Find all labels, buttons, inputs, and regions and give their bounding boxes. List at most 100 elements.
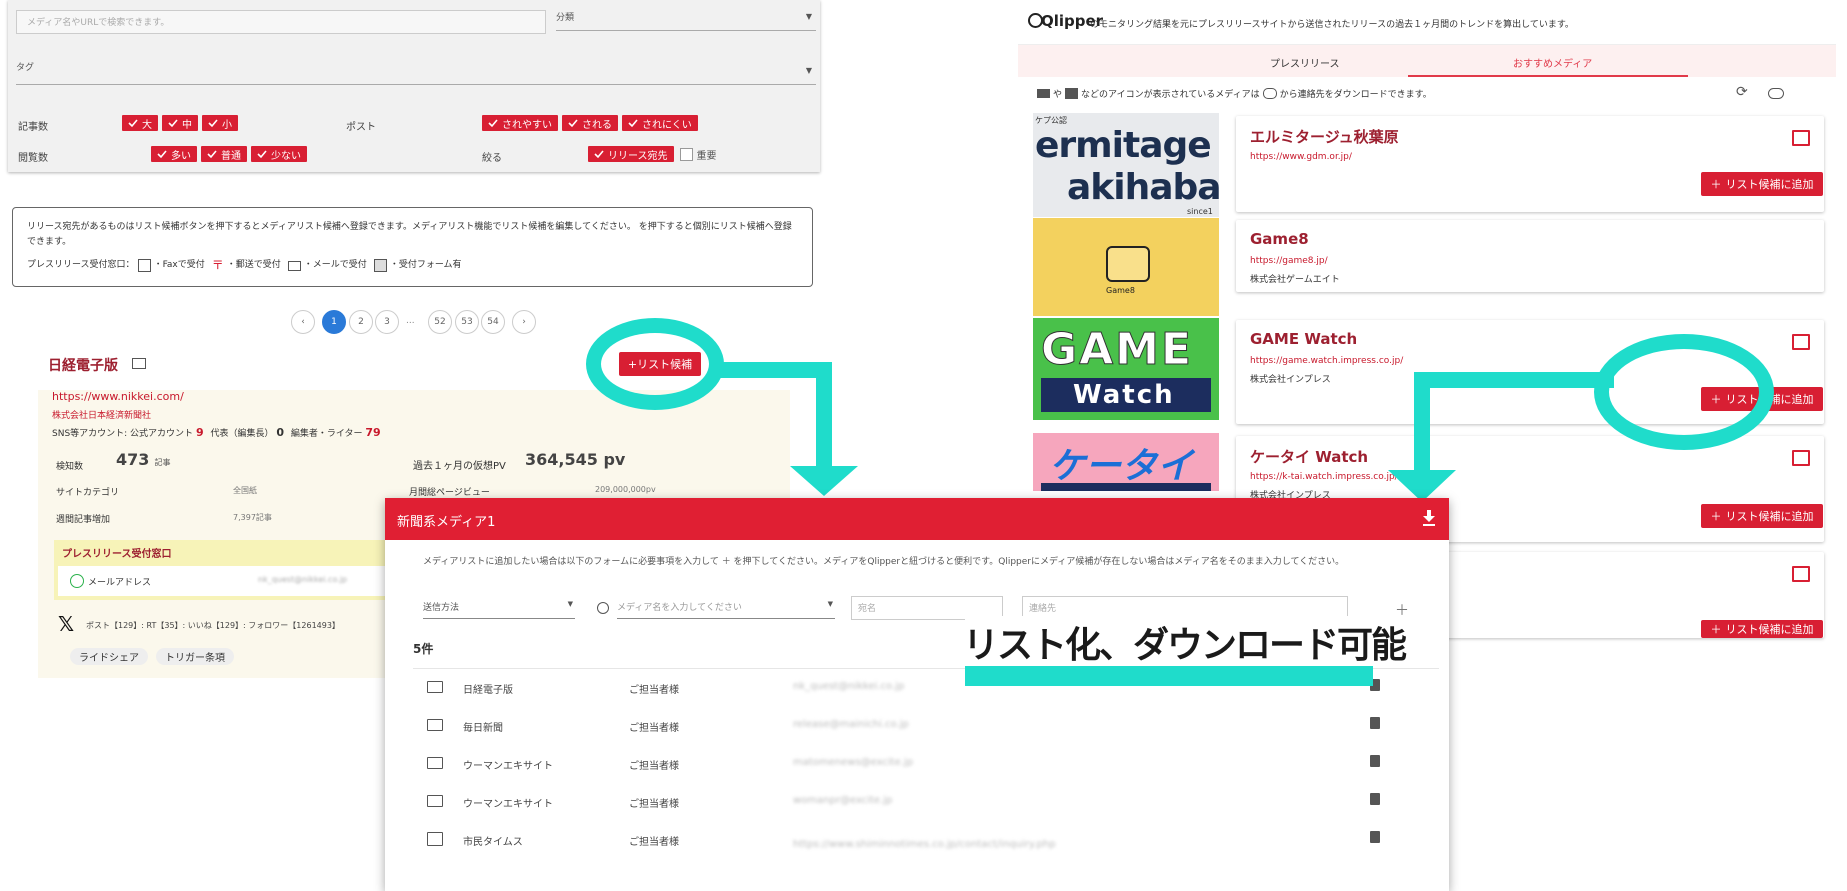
media-card[interactable]: Game8 https://game8.jp/ 株式会社ゲームエイト xyxy=(1236,220,1824,292)
trash-icon[interactable] xyxy=(1370,755,1380,767)
send-method-select[interactable]: 送信方法 ▼ xyxy=(423,600,575,619)
postal-icon: 〒 xyxy=(211,258,224,272)
views-label: 閲覧数 xyxy=(18,153,48,164)
table-row[interactable]: 市民タイムス ご担当者様 https://www.shiminnotimes.c… xyxy=(413,821,1413,859)
views-many-checkbox[interactable]: 多い xyxy=(151,146,197,162)
result-count: 5件 xyxy=(413,642,434,656)
arrow-head-left xyxy=(790,466,858,496)
page-1[interactable]: 1 xyxy=(322,310,346,334)
table-row[interactable]: 毎日新聞 ご担当者様 release@mainichi.co.jp xyxy=(413,707,1413,745)
articles-large-checkbox[interactable]: 大 xyxy=(122,115,158,131)
post-hard-checkbox[interactable]: されにくい xyxy=(622,115,698,131)
articles-medium-checkbox[interactable]: 中 xyxy=(162,115,198,131)
prev-page-button[interactable]: ‹ xyxy=(291,310,315,334)
bookmark-icon[interactable] xyxy=(1792,450,1810,466)
media-card-url[interactable]: https://k-tai.watch.impress.co.jp/ xyxy=(1250,472,1398,482)
media-search-icon xyxy=(597,602,609,614)
add-to-list-button[interactable]: ＋リスト候補に追加 xyxy=(1701,172,1823,196)
media-card-url[interactable]: https://game.watch.impress.co.jp/ xyxy=(1250,356,1403,366)
trash-icon[interactable] xyxy=(1370,831,1380,843)
post-label: ポスト xyxy=(346,122,376,133)
page-2[interactable]: 2 xyxy=(349,310,373,334)
media-card[interactable]: エルミタージュ秋葉原 https://www.gdm.or.jp/ ＋リスト候補… xyxy=(1236,116,1824,212)
important-checkbox[interactable] xyxy=(679,147,693,161)
row-email: matomenews@excite.jp xyxy=(793,757,914,768)
mail-icon xyxy=(427,719,443,731)
media-card-name[interactable]: GAME Watch xyxy=(1250,330,1357,348)
media-list: 日経電子版 ご担当者様 nk_quest@nikkei.co.jp 毎日新聞 ご… xyxy=(413,668,1439,887)
row-media-name: 市民タイムス xyxy=(463,837,523,848)
add-to-list-button[interactable]: ＋リスト候補に追加 xyxy=(1701,504,1823,528)
bookmark-icon[interactable] xyxy=(1792,334,1810,350)
postal-label: ・郵送で受付 xyxy=(226,260,281,270)
row-email: nk_quest@nikkei.co.jp xyxy=(793,681,905,692)
views-normal-checkbox[interactable]: 普通 xyxy=(201,146,247,162)
next-page-button[interactable]: › xyxy=(512,310,536,334)
media-card-name[interactable]: Game8 xyxy=(1250,230,1309,248)
fax-icon xyxy=(1065,88,1079,99)
arrow-shaft-left-v xyxy=(816,362,832,470)
cloud-download-icon xyxy=(1262,88,1277,99)
download-icon[interactable] xyxy=(1423,510,1435,526)
post-normal-checkbox[interactable]: される xyxy=(562,115,618,131)
thumb-hermitage: ケプ公認 ermitage akihabar since1 xyxy=(1033,113,1219,217)
bookmark-icon[interactable] xyxy=(1792,130,1810,146)
game8-mascot-icon xyxy=(1106,246,1150,282)
writer-count: 79 xyxy=(365,426,381,439)
post-filter: されやすい される されにくい xyxy=(482,115,702,131)
search-input[interactable]: メディア名やURLで検索できます。 xyxy=(16,10,546,34)
mail-icon xyxy=(427,795,443,807)
weekly-value: 7,397記事 xyxy=(233,513,272,522)
category-label: 分類 xyxy=(556,13,575,23)
tag-select[interactable]: タグ ▼ xyxy=(16,60,816,85)
form-icon xyxy=(427,832,443,846)
bookmark-icon[interactable] xyxy=(1792,566,1810,582)
narrow-filter: リリース宛先 重要 xyxy=(588,146,717,162)
trash-icon[interactable] xyxy=(1370,717,1380,729)
media-card-url[interactable]: https://www.gdm.or.jp/ xyxy=(1250,152,1352,162)
views-filter: 多い 普通 少ない xyxy=(151,146,311,162)
press-window-legend: プレスリリース受付窓口： ・Faxで受付 〒 ・郵送で受付 ・メールで受付 ・受… xyxy=(27,258,798,273)
sns-count: 9 xyxy=(195,426,204,439)
modal-title: 新聞系メディア1 xyxy=(397,515,496,530)
table-row[interactable]: ウーマンエキサイト ご担当者様 matomenews@excite.jp xyxy=(413,745,1413,783)
views-few-checkbox[interactable]: 少ない xyxy=(251,146,307,162)
tag-chip[interactable]: ライドシェア xyxy=(70,648,148,665)
media-name-select[interactable]: メディア名を入力してください ▼ xyxy=(617,600,835,619)
page-54[interactable]: 54 xyxy=(481,310,505,334)
email-label: メールアドレス xyxy=(88,578,152,588)
important-label: 重要 xyxy=(696,150,717,162)
rep-count: 0 xyxy=(276,426,285,439)
media-card-name[interactable]: ケータイ Watch xyxy=(1250,446,1368,467)
press-window-title: プレスリリース受付窓口 xyxy=(62,549,172,560)
tab-active-indicator xyxy=(1408,75,1688,77)
add-to-list-button[interactable]: ＋リスト候補に追加 xyxy=(1701,620,1823,638)
release-dest-checkbox[interactable]: リリース宛先 xyxy=(588,146,674,162)
tab-recommended-media[interactable]: おすすめメディア xyxy=(1513,55,1592,70)
tag-chip[interactable]: トリガー条項 xyxy=(156,648,234,665)
media-card-url[interactable]: https://game8.jp/ xyxy=(1250,256,1328,266)
trash-icon[interactable] xyxy=(1370,793,1380,805)
monthly-pv-value: 209,000,000pv xyxy=(595,485,656,494)
tab-press-release[interactable]: プレスリリース xyxy=(1270,55,1340,70)
table-row[interactable]: ウーマンエキサイト ご担当者様 womanpr@excite.jp xyxy=(413,783,1413,821)
category-select[interactable]: 分類 ▼ xyxy=(556,10,816,31)
page-3[interactable]: 3 xyxy=(375,310,399,334)
thumb-game-watch: GAME Watch xyxy=(1033,318,1219,420)
row-email: release@mainichi.co.jp xyxy=(793,719,909,730)
page-52[interactable]: 52 xyxy=(428,310,452,334)
info-text: リリース宛先があるものはリスト候補ボタンを押下するとメディアリスト候補へ登録でき… xyxy=(27,222,792,247)
row-email: womanpr@excite.jp xyxy=(793,795,893,806)
media-url[interactable]: https://www.nikkei.com/ xyxy=(52,390,184,403)
cloud-download-icon[interactable] xyxy=(1768,88,1784,99)
media-title[interactable]: 日経電子版 xyxy=(48,355,118,375)
post-easy-checkbox[interactable]: されやすい xyxy=(482,115,558,131)
page-53[interactable]: 53 xyxy=(455,310,479,334)
media-card-name[interactable]: エルミタージュ秋葉原 xyxy=(1250,126,1399,147)
row-media-name: ウーマンエキサイト xyxy=(463,799,553,810)
refresh-icon[interactable]: ⟳ xyxy=(1736,84,1748,100)
arrow-shaft-right-h xyxy=(1414,372,1614,388)
articles-filter: 大 中 小 xyxy=(122,115,242,131)
articles-small-checkbox[interactable]: 小 xyxy=(202,115,238,131)
row-contact: ご担当者様 xyxy=(629,799,679,810)
